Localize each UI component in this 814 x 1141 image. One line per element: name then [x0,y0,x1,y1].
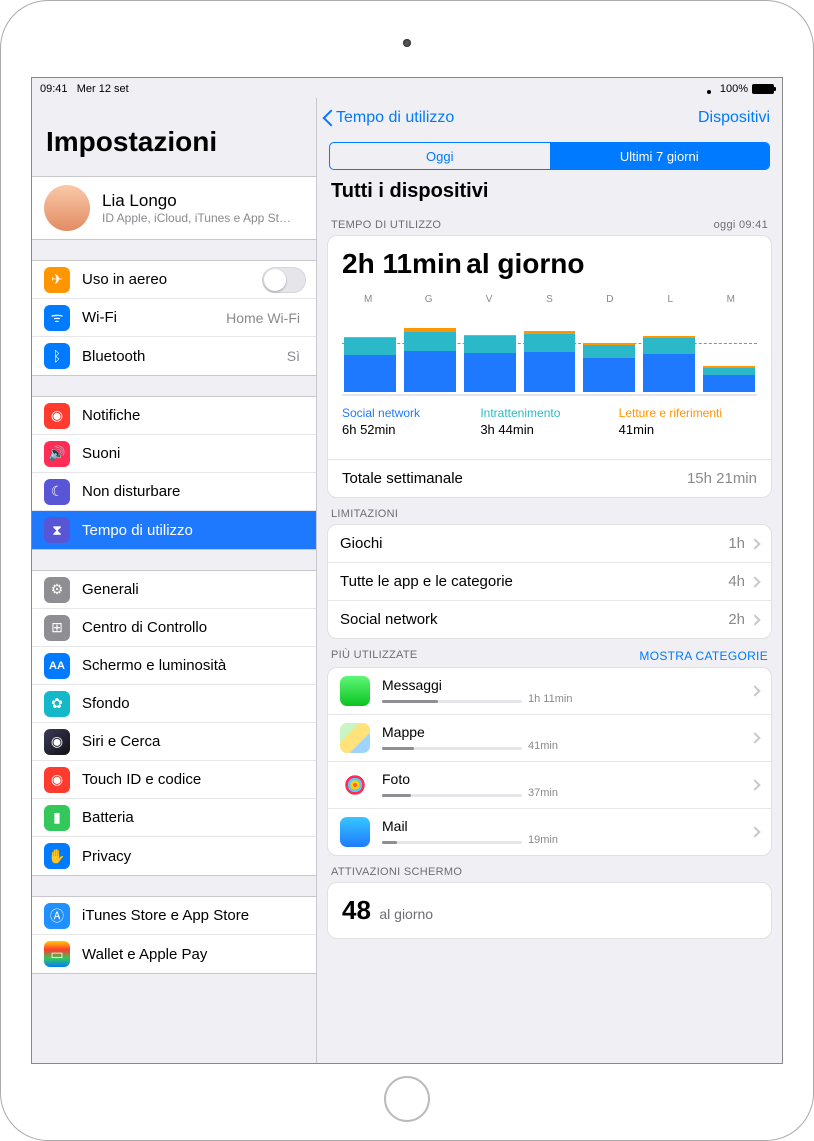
limit-row-social[interactable]: Social network 2h [328,601,771,638]
limit-row-games[interactable]: Giochi 1h [328,525,771,563]
pickups-value: 48 [342,895,371,925]
sidebar-item-control-center[interactable]: ⊞ Centro di Controllo [32,609,316,647]
battery-icon [752,84,774,94]
aa-icon: AA [44,653,70,679]
sidebar-item-battery[interactable]: ▮ Batteria [32,799,316,837]
sidebar-item-touchid[interactable]: ◉ Touch ID e codice [32,761,316,799]
chevron-left-icon [323,109,334,127]
pickups-unit: al giorno [379,906,433,922]
airplane-icon: ✈ [44,267,70,293]
sidebar-item-general[interactable]: ⚙ Generali [32,571,316,609]
sidebar-item-appstore[interactable]: Ⓐ iTunes Store e App Store [32,897,316,935]
wallet-icon: ▭ [44,941,70,967]
show-categories-link[interactable]: MOSTRA CATEGORIE [639,649,768,663]
sidebar-item-dnd[interactable]: ☾ Non disturbare [32,473,316,511]
battery-percent: 100% [720,83,748,95]
chevron-right-icon [749,732,760,743]
hand-icon: ✋ [44,843,70,869]
limit-row-all[interactable]: Tutte le app e le categorie 4h [328,563,771,601]
wifi-icon [702,82,716,96]
profile-name: Lia Longo [102,191,291,211]
detail-pane: Tempo di utilizzo Dispositivi Oggi Ultim… [317,98,782,1063]
status-time: 09:41 [40,83,68,95]
apple-id-row[interactable]: Lia Longo ID Apple, iCloud, iTunes e App… [32,177,316,239]
chevron-right-icon [749,779,760,790]
limits-list: Giochi 1h Tutte le app e le categorie 4h… [327,524,772,639]
sidebar-item-siri[interactable]: ◉ Siri e Cerca [32,723,316,761]
avatar [44,185,90,231]
flower-icon: ✿ [44,691,70,717]
sidebar-item-screentime[interactable]: ⧗ Tempo di utilizzo [32,511,316,549]
usage-header: TEMPO DI UTILIZZO [331,219,441,231]
airplane-toggle[interactable] [262,267,306,293]
app-row-maps[interactable]: Mappe 41min [328,715,771,762]
messages-icon [340,676,370,706]
weekly-total-label: Totale settimanale [342,470,463,487]
pickups-card[interactable]: 48 al giorno [327,882,772,939]
weekly-total-value: 15h 21min [687,470,757,487]
most-used-list: Messaggi 1h 11min Mappe [327,667,772,856]
chevron-right-icon [749,576,760,587]
battery-row-icon: ▮ [44,805,70,831]
back-button[interactable]: Tempo di utilizzo [323,109,454,127]
usage-card[interactable]: 2h 11min al giorno M G V S D L M [327,235,772,498]
mail-icon [340,817,370,847]
fingerprint-icon: ◉ [44,767,70,793]
sidebar-item-airplane[interactable]: ✈ Uso in aereo [32,261,316,299]
chevron-right-icon [749,614,760,625]
sidebar-item-sounds[interactable]: 🔊 Suoni [32,435,316,473]
profile-sub: ID Apple, iCloud, iTunes e App St… [102,211,291,225]
limits-header: LIMITAZIONI [331,508,398,520]
sidebar-item-privacy[interactable]: ✋ Privacy [32,837,316,875]
sidebar-item-notifications[interactable]: ◉ Notifiche [32,397,316,435]
maps-icon [340,723,370,753]
status-bar: 09:41 Mer 12 set 100% [32,78,782,98]
app-row-messages[interactable]: Messaggi 1h 11min [328,668,771,715]
avg-time: 2h 11min [342,248,462,279]
app-row-mail[interactable]: Mail 19min [328,809,771,855]
switches-icon: ⊞ [44,615,70,641]
sidebar-item-wallet[interactable]: ▭ Wallet e Apple Pay [32,935,316,973]
sidebar-item-wifi[interactable]: ᯤ Wi-Fi Home Wi-Fi [32,299,316,337]
appstore-icon: Ⓐ [44,903,70,929]
settings-sidebar: Impostazioni Lia Longo ID Apple, iCloud,… [32,98,317,1063]
speaker-icon: 🔊 [44,441,70,467]
photos-icon [340,770,370,800]
time-range-segment[interactable]: Oggi Ultimi 7 giorni [329,142,770,170]
segment-week[interactable]: Ultimi 7 giorni [550,143,770,169]
usage-header-right: oggi 09:41 [714,219,768,231]
app-row-photos[interactable]: Foto 37min [328,762,771,809]
pickups-header: ATTIVAZIONI SCHERMO [331,866,462,878]
sidebar-item-bluetooth[interactable]: ᛒ Bluetooth Sì [32,337,316,375]
wifi-row-icon: ᯤ [44,305,70,331]
bluetooth-icon: ᛒ [44,343,70,369]
most-used-header: PIÙ UTILIZZATE [331,649,418,663]
chevron-right-icon [749,685,760,696]
moon-icon: ☾ [44,479,70,505]
sidebar-item-wallpaper[interactable]: ✿ Sfondo [32,685,316,723]
avg-time-unit: al giorno [466,248,584,279]
usage-chart [342,316,757,396]
hourglass-icon: ⧗ [44,517,70,543]
sidebar-title: Impostazioni [32,98,316,166]
status-date: Mer 12 set [77,83,129,95]
bell-icon: ◉ [44,403,70,429]
gear-icon: ⚙ [44,577,70,603]
devices-button[interactable]: Dispositivi [698,109,770,127]
segment-today[interactable]: Oggi [330,143,550,169]
chevron-right-icon [749,826,760,837]
sidebar-item-display[interactable]: AA Schermo e luminosità [32,647,316,685]
all-devices-title: Tutti i dispositivi [317,180,782,209]
chevron-right-icon [749,538,760,549]
siri-icon: ◉ [44,729,70,755]
